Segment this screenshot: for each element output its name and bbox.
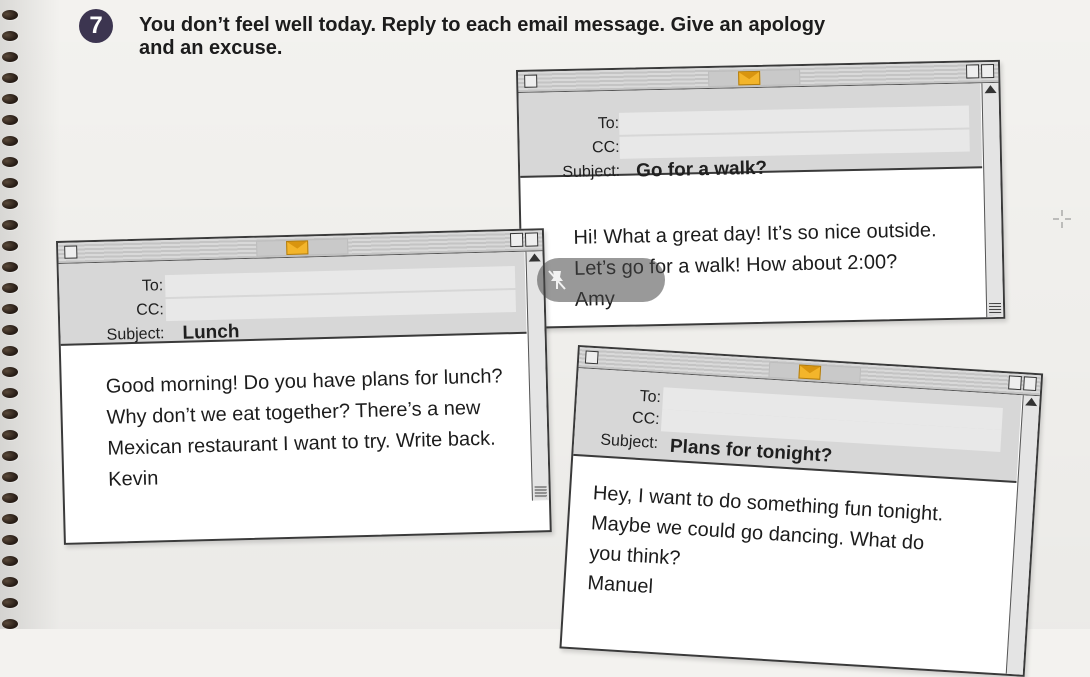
zoom-button[interactable]	[1008, 375, 1022, 391]
binding-ring	[2, 325, 18, 335]
email-header: To: CC: Subject: Go for a walk?	[518, 83, 983, 182]
binding-ring	[2, 157, 18, 167]
binding-ring	[2, 367, 18, 377]
binding-ring	[2, 535, 18, 545]
zoom-button[interactable]	[509, 232, 524, 248]
window-buttons	[509, 232, 539, 248]
subject-label: Subject:	[599, 431, 659, 453]
window-close-box[interactable]	[584, 350, 599, 365]
email-body: Hey, I want to do something fun tonight.…	[587, 478, 945, 619]
binding-ring	[2, 472, 18, 482]
spiral-binding	[0, 0, 28, 629]
pin-off-icon[interactable]	[547, 269, 567, 291]
zoom-button[interactable]	[965, 64, 980, 79]
binding-ring	[2, 262, 18, 272]
binding-ring	[2, 199, 18, 209]
binding-ring	[2, 619, 18, 629]
exercise-number-badge: 7	[79, 9, 113, 43]
subject-label: Subject:	[106, 325, 165, 344]
cc-label: CC:	[591, 138, 620, 157]
binding-ring	[2, 220, 18, 230]
binding-ring	[2, 493, 18, 503]
binding-ring	[2, 451, 18, 461]
subject-value: Plans for tonight?	[669, 435, 833, 467]
binding-ring	[2, 178, 18, 188]
mail-icon	[798, 364, 822, 380]
binding-ring	[2, 31, 18, 41]
binding-ring	[2, 52, 18, 62]
email-window-lunch: To: CC: Subject: Lunch Good morning! Do …	[56, 228, 552, 545]
mail-icon	[738, 70, 761, 86]
window-buttons	[1008, 375, 1037, 392]
to-label: To:	[597, 114, 620, 133]
exercise-instruction: You don’t feel well today. Reply to each…	[139, 14, 899, 60]
binding-ring	[2, 430, 18, 440]
subject-label: Subject:	[562, 162, 621, 182]
binding-ring	[2, 577, 18, 587]
resize-grip-icon[interactable]	[534, 486, 547, 499]
scroll-up-arrow-icon[interactable]	[984, 84, 997, 94]
cc-field[interactable]	[619, 129, 970, 159]
scroll-up-arrow-icon[interactable]	[528, 253, 541, 262]
binding-ring	[2, 556, 18, 566]
binding-ring	[2, 10, 18, 20]
cc-label: CC:	[631, 409, 661, 429]
crosshair-icon	[1053, 210, 1071, 228]
binding-ring	[2, 283, 18, 293]
to-label: To:	[141, 277, 164, 295]
resize-grip-icon[interactable]	[988, 302, 1002, 316]
collapse-button[interactable]	[1023, 376, 1037, 392]
binding-ring	[2, 241, 18, 251]
window-close-box[interactable]	[524, 74, 538, 88]
email-header: To: CC: Subject: Lunch	[58, 251, 527, 346]
binding-ring	[2, 388, 18, 398]
email-body: Good morning! Do you have plans for lunc…	[105, 361, 505, 495]
vertical-scrollbar[interactable]	[981, 82, 1004, 318]
scroll-up-arrow-icon[interactable]	[1025, 397, 1038, 407]
window-buttons	[965, 63, 995, 79]
to-label: To:	[639, 387, 662, 407]
binding-ring	[2, 598, 18, 608]
binding-ring	[2, 514, 18, 524]
floating-toolbar[interactable]	[537, 258, 665, 302]
binding-ring	[2, 115, 18, 125]
binding-ring	[2, 346, 18, 356]
binding-ring	[2, 136, 18, 146]
subject-value: Go for a walk?	[635, 157, 768, 182]
binding-ring	[2, 304, 18, 314]
binding-ring	[2, 94, 18, 104]
email-window-tonight: To: CC: Subject: Plans for tonight? Hey,…	[559, 345, 1044, 677]
collapse-button[interactable]	[524, 232, 539, 247]
collapse-button[interactable]	[980, 63, 995, 79]
mail-icon	[286, 240, 309, 255]
cc-label: CC:	[136, 301, 165, 319]
binding-ring	[2, 73, 18, 83]
instruction-line-1: You don’t feel well today. Reply to each…	[139, 14, 826, 36]
subject-value: Lunch	[182, 321, 240, 344]
instruction-line-2: and an excuse.	[139, 37, 283, 59]
window-close-box[interactable]	[64, 245, 78, 259]
binding-ring	[2, 409, 18, 419]
